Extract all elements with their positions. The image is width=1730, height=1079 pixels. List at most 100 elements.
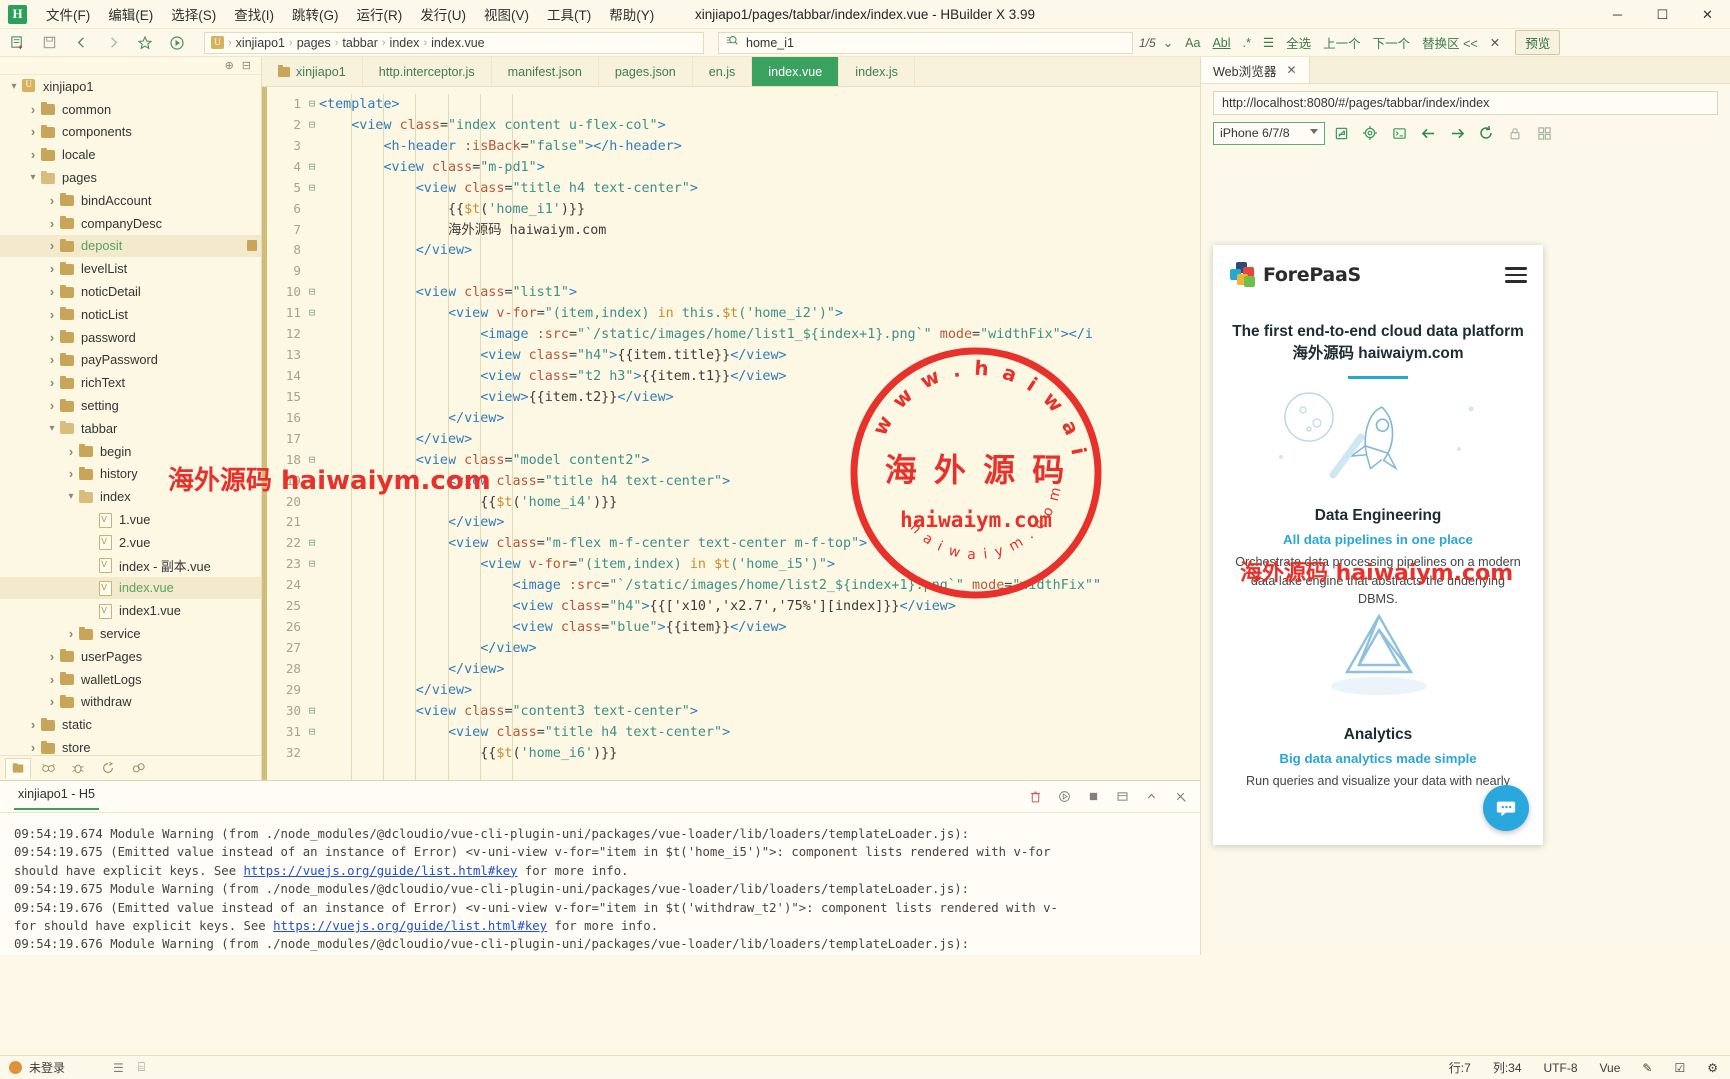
editor-tab-index-vue[interactable]: index.vue [752, 57, 839, 86]
fold-toggle-icon[interactable] [305, 450, 319, 472]
project-manager-icon[interactable] [5, 758, 31, 778]
chevron-right-icon[interactable] [25, 124, 41, 139]
tree-item-paypassword[interactable]: payPassword [0, 349, 261, 372]
tree-item-index-vue[interactable]: index.vue [0, 577, 261, 600]
tree-item-index[interactable]: index [0, 485, 261, 508]
chevron-right-icon[interactable] [44, 238, 60, 253]
plugin-icon[interactable] [125, 758, 151, 778]
tree-item-components[interactable]: components [0, 121, 261, 144]
grid-icon[interactable] [1531, 122, 1557, 145]
chevron-right-icon[interactable] [25, 102, 41, 117]
tree-item-history[interactable]: history [0, 463, 261, 486]
fold-toggle-icon[interactable] [305, 157, 319, 179]
chevron-right-icon[interactable] [63, 466, 79, 481]
tree-item-walletlogs[interactable]: walletLogs [0, 668, 261, 691]
regex-button[interactable]: .* [1238, 35, 1256, 51]
terminal-icon[interactable] [95, 758, 121, 778]
browser-tab[interactable]: Web浏览器 ✕ [1201, 57, 1310, 83]
editor-tab-index-js[interactable]: index.js [839, 57, 915, 86]
terminate-icon[interactable] [1081, 786, 1105, 807]
layout-icon[interactable]: ⌸ [138, 1060, 145, 1075]
select-all-button[interactable]: 全选 [1281, 32, 1316, 53]
match-dropdown-icon[interactable]: ⌄ [1158, 34, 1178, 51]
editor-tab-xinjiapo1[interactable]: xinjiapo1 [262, 57, 363, 86]
fold-toggle-icon[interactable] [305, 115, 319, 137]
tree-item-noticlist[interactable]: noticList [0, 303, 261, 326]
login-label[interactable]: 未登录 [29, 1059, 65, 1076]
tree-item-2-vue[interactable]: 2.vue [0, 531, 261, 554]
url-input[interactable]: http://localhost:8080/#/pages/tabbar/ind… [1213, 91, 1718, 115]
fold-toggle-icon[interactable] [305, 554, 319, 576]
open-external-icon[interactable] [1328, 122, 1354, 145]
menu-edit[interactable]: 编辑(E) [99, 1, 162, 27]
menu-goto[interactable]: 跳转(G) [283, 1, 348, 27]
tree-item-service[interactable]: service [0, 622, 261, 645]
menu-publish[interactable]: 发行(U) [411, 1, 475, 27]
minimize-button[interactable]: ─ [1595, 0, 1640, 29]
breadcrumb-segment-2[interactable]: tabbar [342, 36, 377, 50]
match-case-button[interactable]: Aa [1180, 35, 1205, 51]
console-output[interactable]: 09:54:19.674 Module Warning (from ./node… [0, 813, 1200, 955]
editor-tab-http-interceptor-js[interactable]: http.interceptor.js [363, 57, 492, 86]
add-project-icon[interactable]: ⊕ [225, 59, 234, 72]
list-view-icon[interactable]: ☰ [113, 1061, 124, 1075]
encoding-label[interactable]: UTF-8 [1544, 1061, 1578, 1075]
chevron-right-icon[interactable] [44, 694, 60, 709]
fold-toggle-icon[interactable] [305, 471, 319, 493]
breadcrumb[interactable]: U › xinjiapo1 › pages › tabbar › index ›… [204, 32, 704, 54]
chevron-right-icon[interactable] [44, 398, 60, 413]
chevron-right-icon[interactable] [63, 444, 79, 459]
tree-item-xinjiapo1[interactable]: xinjiapo1 [0, 75, 261, 98]
tree-item-index1-vue[interactable]: index1.vue [0, 599, 261, 622]
chevron-right-icon[interactable] [44, 307, 60, 322]
chevron-right-icon[interactable] [44, 375, 60, 390]
menu-tools[interactable]: 工具(T) [538, 1, 600, 27]
reload-icon[interactable] [1473, 122, 1499, 145]
chevron-right-icon[interactable] [44, 261, 60, 276]
chevron-right-icon[interactable] [44, 649, 60, 664]
star-icon[interactable] [130, 31, 160, 55]
chevron-right-icon[interactable] [25, 717, 41, 732]
chevron-right-icon[interactable] [44, 352, 60, 367]
notification-bell-icon[interactable]: ☑ [1674, 1061, 1685, 1075]
menu-view[interactable]: 视图(V) [475, 1, 538, 27]
tree-item-password[interactable]: password [0, 326, 261, 349]
debug-icon[interactable] [65, 758, 91, 778]
fold-toggle-icon[interactable] [305, 303, 319, 325]
breadcrumb-segment-0[interactable]: xinjiapo1 [236, 36, 285, 50]
tree-item-deposit[interactable]: deposit [0, 235, 261, 258]
fold-toggle-icon[interactable] [305, 178, 319, 200]
tree-item-userpages[interactable]: userPages [0, 645, 261, 668]
device-selector[interactable]: iPhone 6/7/8 [1213, 122, 1325, 145]
fold-toggle-icon[interactable] [305, 282, 319, 304]
tree-item-static[interactable]: static [0, 713, 261, 736]
menu-find[interactable]: 查找(I) [225, 1, 283, 27]
chevron-right-icon[interactable] [25, 147, 41, 162]
hamburger-menu-icon[interactable] [1505, 267, 1527, 282]
collapse-all-icon[interactable]: ⊟ [242, 59, 251, 72]
fold-toggle-icon[interactable] [305, 701, 319, 723]
clear-console-icon[interactable] [1023, 786, 1047, 807]
back-arrow-icon[interactable] [1415, 122, 1441, 145]
breadcrumb-segment-4[interactable]: index.vue [431, 36, 485, 50]
find-input[interactable]: home_i1 [746, 36, 794, 50]
maximize-button[interactable]: ☐ [1640, 0, 1685, 29]
lock-icon[interactable] [1502, 122, 1528, 145]
whole-word-button[interactable]: Abl [1207, 35, 1235, 51]
tree-item-withdraw[interactable]: withdraw [0, 691, 261, 714]
tree-item-index-vue[interactable]: index - 副本.vue [0, 554, 261, 577]
collapse-icon[interactable] [1139, 786, 1163, 807]
chevron-right-icon[interactable] [44, 672, 60, 687]
preview-button[interactable]: 预览 [1515, 30, 1560, 55]
code-editor[interactable]: 1<template>2 <view class="index content … [262, 87, 1200, 780]
menu-select[interactable]: 选择(S) [162, 1, 225, 27]
settings-gear-icon[interactable] [1357, 122, 1383, 145]
menu-help[interactable]: 帮助(Y) [600, 1, 663, 27]
code-content[interactable]: 1<template>2 <view class="index content … [267, 94, 1200, 780]
tree-item-1-vue[interactable]: 1.vue [0, 508, 261, 531]
find-previous-button[interactable]: 上一个 [1318, 32, 1366, 53]
device-preview[interactable]: ForePaaS The first end-to-end cloud data… [1213, 245, 1543, 845]
in-selection-button[interactable]: ☰ [1258, 34, 1279, 51]
chevron-right-icon[interactable] [44, 284, 60, 299]
forward-icon[interactable] [98, 31, 128, 55]
